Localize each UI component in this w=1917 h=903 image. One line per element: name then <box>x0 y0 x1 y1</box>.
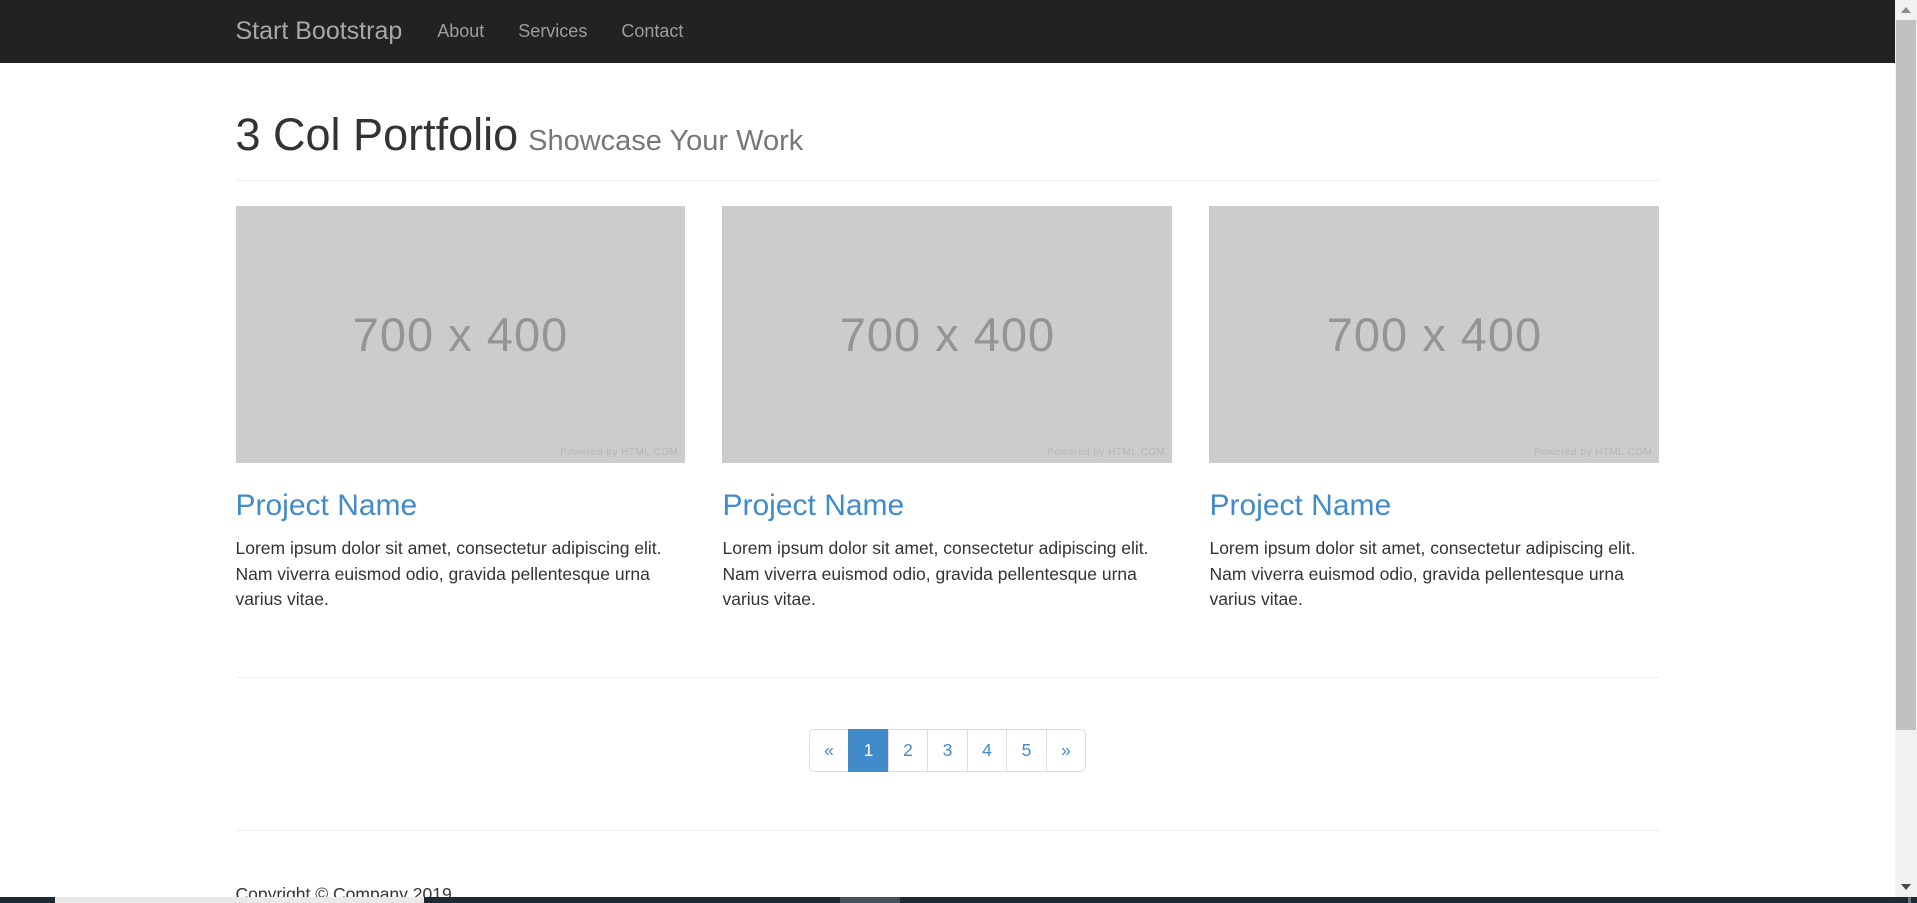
pagination-next-link[interactable]: » <box>1046 729 1087 772</box>
page-subtitle: Showcase Your Work <box>528 125 803 157</box>
project-card-3: 700 x 400 Powered by HTML.COM Project Na… <box>1191 206 1678 613</box>
scrollbar-up-arrow-icon[interactable] <box>1895 0 1917 20</box>
navbar: Start Bootstrap About Services Contact <box>0 0 1895 63</box>
page-header: 3 Col Portfolio Showcase Your Work <box>236 108 1660 181</box>
project-image-link-2[interactable]: 700 x 400 Powered by HTML.COM <box>722 206 1172 463</box>
navbar-links: About Services Contact <box>420 15 700 48</box>
pagination-page-4: 4 <box>968 729 1008 772</box>
vertical-scrollbar[interactable] <box>1895 0 1917 897</box>
nav-link-services[interactable]: Services <box>501 15 604 48</box>
project-title-link-2[interactable]: Project Name <box>722 489 904 523</box>
pagination-page-5-link[interactable]: 5 <box>1006 729 1047 772</box>
placeholder-watermark: Powered by HTML.COM <box>1534 447 1652 458</box>
pagination-page-3: 3 <box>928 729 968 772</box>
project-image-link-1[interactable]: 700 x 400 Powered by HTML.COM <box>236 206 686 463</box>
placeholder-dimensions: 700 x 400 <box>840 307 1055 362</box>
pagination-page-1-link[interactable]: 1 <box>848 729 889 772</box>
bottom-bar-segment <box>55 897 424 903</box>
placeholder-dimensions: 700 x 400 <box>1327 307 1542 362</box>
bottom-bar-segment <box>424 897 840 903</box>
nav-item-contact: Contact <box>604 15 700 48</box>
browser-viewport: Start Bootstrap About Services Contact <box>0 0 1917 903</box>
nav-item-about: About <box>420 15 501 48</box>
pagination-page-3-link[interactable]: 3 <box>927 729 968 772</box>
projects-row: 700 x 400 Powered by HTML.COM Project Na… <box>217 206 1678 613</box>
scrollbar-thumb[interactable] <box>1896 20 1916 730</box>
bottom-edge-bar <box>0 897 1917 903</box>
navbar-brand[interactable]: Start Bootstrap <box>236 17 403 46</box>
bottom-bar-segment <box>900 897 1908 903</box>
pagination: « 1 2 3 4 5 » <box>236 729 1660 772</box>
placeholder-dimensions: 700 x 400 <box>353 307 568 362</box>
bottom-bar-segment <box>1911 897 1917 903</box>
placeholder-watermark: Powered by HTML.COM <box>1047 447 1165 458</box>
page-title: 3 Col Portfolio Showcase Your Work <box>236 108 1660 168</box>
pagination-page-2-link[interactable]: 2 <box>888 729 929 772</box>
placeholder-image-2: 700 x 400 Powered by HTML.COM <box>722 206 1172 463</box>
navbar-inner: Start Bootstrap About Services Contact <box>236 15 1660 48</box>
main-container: 3 Col Portfolio Showcase Your Work 700 x … <box>236 108 1660 903</box>
pagination-page-1: 1 <box>849 729 889 772</box>
pagination-next: » <box>1047 729 1087 772</box>
pagination-page-2: 2 <box>889 729 929 772</box>
nav-link-about[interactable]: About <box>420 15 501 48</box>
page-title-text: 3 Col Portfolio <box>236 109 519 160</box>
bottom-bar-segment <box>0 897 55 903</box>
pagination-prev: « <box>809 729 850 772</box>
bottom-bar-segment <box>840 897 900 903</box>
pagination-page-4-link[interactable]: 4 <box>967 729 1008 772</box>
project-title-link-1[interactable]: Project Name <box>236 489 418 523</box>
project-description-3: Lorem ipsum dolor sit amet, consectetur … <box>1209 536 1659 613</box>
project-description-2: Lorem ipsum dolor sit amet, consectetur … <box>722 536 1172 613</box>
placeholder-image-3: 700 x 400 Powered by HTML.COM <box>1209 206 1659 463</box>
page: Start Bootstrap About Services Contact <box>0 0 1895 903</box>
project-card-1: 700 x 400 Powered by HTML.COM Project Na… <box>217 206 704 613</box>
divider-before-footer <box>236 830 1660 831</box>
pagination-page-5: 5 <box>1007 729 1047 772</box>
nav-link-contact[interactable]: Contact <box>604 15 700 48</box>
placeholder-image-1: 700 x 400 Powered by HTML.COM <box>236 206 686 463</box>
placeholder-watermark: Powered by HTML.COM <box>560 447 678 458</box>
nav-item-services: Services <box>501 15 604 48</box>
project-image-link-3[interactable]: 700 x 400 Powered by HTML.COM <box>1209 206 1659 463</box>
project-card-2: 700 x 400 Powered by HTML.COM Project Na… <box>704 206 1191 613</box>
project-description-1: Lorem ipsum dolor sit amet, consectetur … <box>236 536 686 613</box>
divider-after-projects <box>236 677 1660 678</box>
scrollbar-down-arrow-icon[interactable] <box>1895 877 1917 897</box>
project-title-link-3[interactable]: Project Name <box>1209 489 1391 523</box>
pagination-prev-link[interactable]: « <box>809 729 850 772</box>
